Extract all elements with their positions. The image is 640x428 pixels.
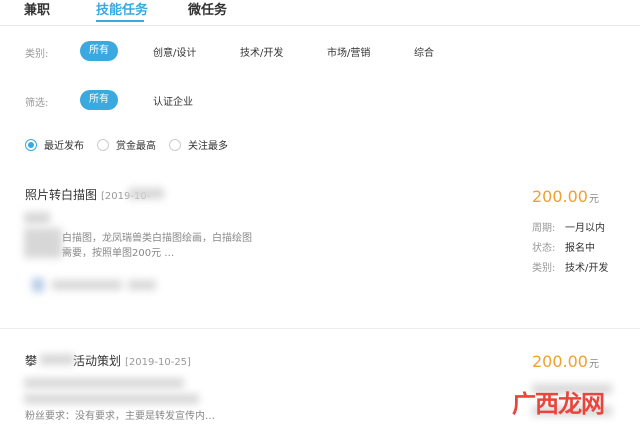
- task-status: 状态: 报名中: [532, 239, 595, 254]
- sort-followed-radio[interactable]: 关注最多: [169, 137, 228, 152]
- screen-all-chip[interactable]: 所有: [80, 90, 118, 110]
- card-divider: [0, 328, 640, 329]
- sort-bounty-radio[interactable]: 赏金最高: [97, 137, 156, 152]
- sort-bounty-label: 赏金最高: [116, 141, 156, 152]
- category-all-chip[interactable]: 所有: [80, 41, 118, 61]
- blurred-region: [24, 228, 62, 258]
- blurred-region: [128, 188, 164, 199]
- blurred-region: [128, 280, 156, 290]
- task-price: 200.00元: [532, 187, 599, 206]
- radio-unchecked-icon: [169, 138, 181, 151]
- status-value: 报名中: [565, 243, 595, 254]
- blurred-region: [52, 280, 122, 290]
- task-price-value: 200.00: [532, 187, 588, 206]
- task-category: 类别: 技术/开发: [532, 259, 608, 274]
- blurred-region: [24, 394, 199, 404]
- category-filter-row: 类别: 所有 创意/设计 技术/开发 市场/营销 综合: [0, 41, 640, 65]
- category-marketing-chip[interactable]: 市场/营销: [327, 44, 370, 59]
- screen-filter-row: 筛选: 所有 认证企业: [0, 90, 640, 114]
- blurred-region: [24, 378, 184, 388]
- sort-latest-radio[interactable]: 最近发布: [25, 137, 84, 152]
- task-type-tabs: 兼职 技能任务 微任务: [0, 0, 640, 26]
- radio-checked-icon: [25, 138, 37, 151]
- task-title-prefix: 攀: [25, 354, 38, 368]
- category-tech-chip[interactable]: 技术/开发: [240, 44, 283, 59]
- sort-options: 最近发布 赏金最高 关注最多: [0, 137, 640, 153]
- sort-latest-label: 最近发布: [44, 141, 84, 152]
- tab-skill-tasks[interactable]: 技能任务: [96, 0, 148, 18]
- site-watermark: 广西龙网: [512, 390, 605, 418]
- task-date: [2019-10-25]: [125, 357, 191, 368]
- screen-label: 筛选:: [25, 98, 49, 109]
- task-price-value: 200.00: [532, 352, 588, 371]
- task-period: 周期: 一月以内: [532, 219, 605, 234]
- category-design-chip[interactable]: 创意/设计: [153, 44, 196, 59]
- sort-followed-label: 关注最多: [188, 141, 228, 152]
- category-general-chip[interactable]: 综合: [414, 44, 434, 59]
- category-meta-label: 类别:: [532, 263, 556, 274]
- radio-unchecked-icon: [97, 138, 109, 151]
- status-label: 状态:: [532, 243, 556, 254]
- task-price: 200.00元: [532, 352, 599, 371]
- period-value: 一月以内: [565, 223, 605, 234]
- blurred-region: [40, 354, 74, 365]
- category-label: 类别:: [25, 49, 49, 60]
- task-title-text: 照片转白描图: [25, 188, 98, 202]
- tab-micro-tasks[interactable]: 微任务: [188, 0, 227, 18]
- tab-part-time[interactable]: 兼职: [24, 0, 50, 18]
- active-tab-indicator: [96, 20, 144, 22]
- task-desc-line1: 白描图，龙凤瑞兽类白描图绘画，白描绘图: [62, 233, 252, 244]
- blurred-avatar: [32, 278, 44, 292]
- period-label: 周期:: [532, 223, 556, 234]
- task-price-unit: 元: [588, 359, 599, 370]
- task-price-unit: 元: [588, 194, 599, 205]
- task-desc-line2: 需要，按照单图200元 …: [62, 248, 175, 259]
- category-meta-value: 技术/开发: [565, 263, 609, 274]
- task-desc-line: 粉丝要求：没有要求，主要是转发宣传内…: [25, 411, 215, 422]
- blurred-region: [24, 212, 50, 224]
- task-title-suffix: 活动策划: [73, 354, 122, 368]
- screen-verified-chip[interactable]: 认证企业: [153, 93, 193, 108]
